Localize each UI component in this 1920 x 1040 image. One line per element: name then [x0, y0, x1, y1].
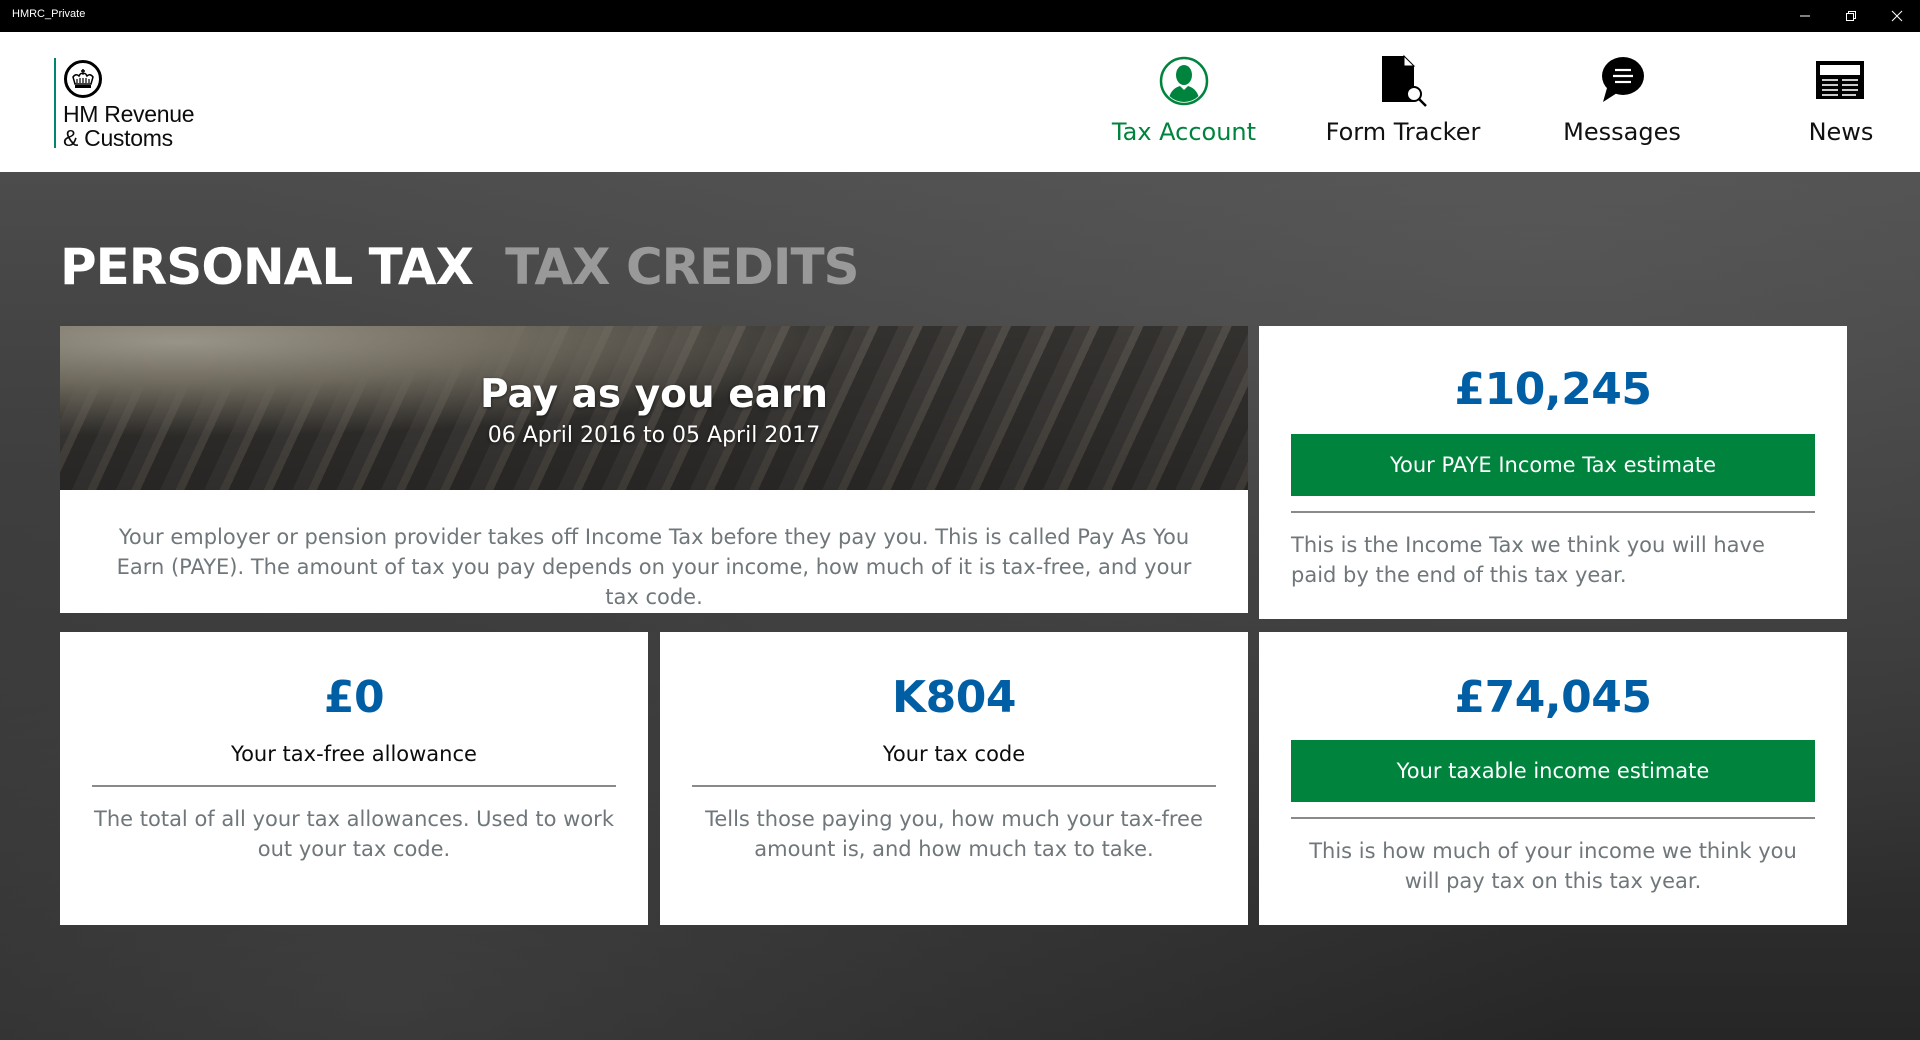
nav-news[interactable]: News: [1741, 32, 1920, 172]
paye-estimate-card: £10,245 Your PAYE Income Tax estimate Th…: [1259, 326, 1847, 619]
divider: [692, 785, 1216, 787]
allowance-label: Your tax-free allowance: [231, 742, 477, 766]
allowance-value: £0: [323, 672, 385, 723]
logo-text: HM Revenue & Customs: [63, 101, 195, 151]
paye-estimate-button[interactable]: Your PAYE Income Tax estimate: [1291, 434, 1815, 496]
minimize-button[interactable]: [1782, 0, 1828, 32]
restore-button[interactable]: [1828, 0, 1874, 32]
banner-description: Your employer or pension provider takes …: [116, 525, 1192, 609]
taxable-income-description: This is how much of your income we think…: [1309, 839, 1797, 893]
crown-icon: [64, 60, 102, 98]
banner-title: Pay as you earn: [479, 372, 829, 417]
banner-city-image: Pay as you earn 06 April 2016 to 05 Apri…: [60, 326, 1248, 490]
chat-bubble-icon: [1595, 54, 1649, 108]
window-titlebar: HMRC_Private: [0, 0, 1920, 32]
nav-label: Messages: [1563, 118, 1681, 146]
hmrc-logo[interactable]: HM Revenue & Customs: [54, 58, 195, 151]
taxable-income-card: £74,045 Your taxable income estimate Thi…: [1259, 632, 1847, 925]
nav-form-tracker[interactable]: Form Tracker: [1303, 32, 1503, 172]
minimize-icon: [1800, 15, 1810, 17]
tab-tax-credits[interactable]: TAX CREDITS: [505, 238, 859, 296]
tab-personal-tax[interactable]: PERSONAL TAX: [60, 238, 474, 296]
nav-label: Form Tracker: [1325, 118, 1481, 146]
logo-line-1: HM Revenue: [63, 101, 195, 127]
divider: [1291, 817, 1815, 819]
divider: [92, 785, 616, 787]
tax-free-allowance-card: £0 Your tax-free allowance The total of …: [60, 632, 648, 925]
paye-banner-card: Pay as you earn 06 April 2016 to 05 Apri…: [60, 326, 1248, 613]
section-tabs: PERSONAL TAX TAX CREDITS: [60, 238, 860, 296]
nav-tax-account[interactable]: Tax Account: [1084, 32, 1284, 172]
newspaper-icon: [1814, 54, 1868, 108]
banner-dates: 06 April 2016 to 05 April 2017: [487, 423, 821, 448]
paye-estimate-value: £10,245: [1454, 364, 1652, 415]
tax-code-label: Your tax code: [882, 742, 1026, 766]
paye-estimate-description: This is the Income Tax we think you will…: [1291, 533, 1765, 587]
tax-code-value: K804: [892, 672, 1016, 723]
nav-label: News: [1808, 118, 1874, 146]
tax-code-description: Tells those paying you, how much your ta…: [705, 807, 1203, 861]
person-icon: [1157, 54, 1211, 108]
nav-messages[interactable]: Messages: [1522, 32, 1722, 172]
allowance-description: The total of all your tax allowances. Us…: [94, 807, 614, 861]
logo-line-2: & Customs: [63, 125, 173, 151]
close-icon: [1891, 10, 1903, 22]
app-header: HM Revenue & Customs Tax Account Form Tr…: [0, 32, 1920, 172]
nav-label: Tax Account: [1111, 118, 1257, 146]
restore-icon: [1846, 11, 1856, 21]
taxable-income-value: £74,045: [1454, 672, 1652, 723]
close-button[interactable]: [1874, 0, 1920, 32]
divider: [1291, 511, 1815, 513]
tax-code-card: K804 Your tax code Tells those paying yo…: [660, 632, 1248, 925]
window-title: HMRC_Private: [12, 8, 86, 20]
document-search-icon: [1376, 54, 1430, 108]
taxable-income-button[interactable]: Your taxable income estimate: [1291, 740, 1815, 802]
